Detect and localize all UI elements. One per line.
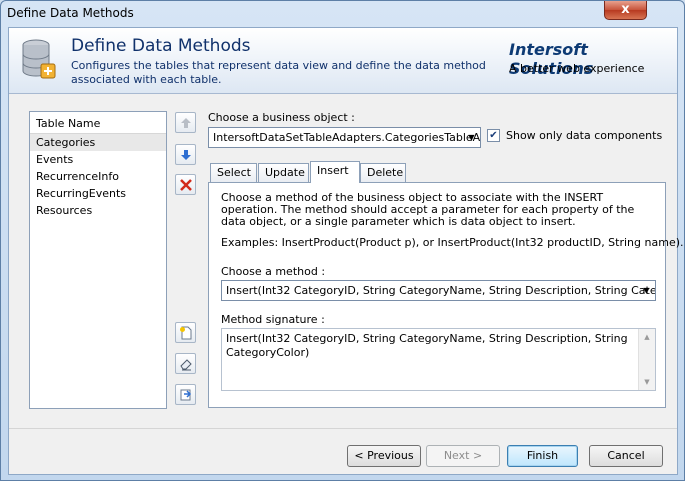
show-only-checkbox[interactable]: ✔ (487, 129, 500, 142)
new-button[interactable] (175, 322, 196, 343)
business-object-value: IntersoftDataSetTableAdapters.Categories… (213, 131, 481, 144)
arrow-up-icon (180, 117, 191, 128)
table-list-item[interactable]: Categories (30, 134, 166, 151)
signature-scrollbar[interactable]: ▲ ▼ (638, 329, 655, 390)
move-up-button[interactable] (175, 112, 196, 133)
insert-tab-panel: Choose a method of the business object t… (208, 182, 684, 408)
table-list-item[interactable]: RecurrenceInfo (30, 168, 166, 185)
brand-tagline: A better web experience (509, 62, 645, 75)
table-list[interactable]: Table Name Categories Events RecurrenceI… (29, 111, 167, 409)
method-label: Choose a method : (221, 265, 326, 278)
tab-insert[interactable]: Insert (310, 161, 360, 183)
close-button[interactable]: x (604, 1, 647, 20)
cancel-button[interactable]: Cancel (589, 445, 663, 467)
header-description: Configures the tables that represent dat… (71, 59, 486, 86)
previous-button[interactable]: < Previous (347, 445, 421, 467)
arrow-down-icon (180, 149, 191, 160)
tab-update[interactable]: Update (258, 163, 309, 182)
scroll-up-icon[interactable]: ▲ (639, 329, 655, 345)
delete-icon (179, 178, 192, 191)
table-list-item[interactable]: RecurringEvents (30, 185, 166, 202)
new-document-icon (179, 326, 191, 339)
header-title: Define Data Methods (71, 36, 251, 56)
dialog-window: Define Data Methods x Define Data Method… (0, 0, 685, 481)
next-button[interactable]: Next > (426, 445, 500, 467)
eraser-icon (179, 358, 192, 370)
window-title: Define Data Methods (7, 6, 134, 20)
signature-label: Method signature : (221, 313, 325, 326)
chevron-down-icon[interactable]: ▼ (463, 128, 480, 147)
database-icon (22, 39, 56, 79)
signature-text: Insert(Int32 CategoryID, String Category… (226, 332, 628, 359)
signature-textbox[interactable]: Insert(Int32 CategoryID, String Category… (221, 328, 656, 391)
table-list-header: Table Name (30, 112, 166, 134)
clear-button[interactable] (175, 353, 196, 374)
chevron-down-icon[interactable]: ▼ (638, 281, 655, 300)
move-down-button[interactable] (175, 144, 196, 165)
show-only-data-components[interactable]: ✔ Show only data components (487, 129, 662, 142)
footer-divider (9, 428, 677, 429)
remove-button[interactable] (175, 174, 196, 195)
insert-description: Choose a method of the business object t… (221, 191, 635, 228)
table-list-item[interactable]: Resources (30, 202, 166, 219)
finish-button[interactable]: Finish (507, 445, 578, 467)
method-select[interactable]: Insert(Int32 CategoryID, String Category… (221, 280, 656, 301)
show-only-label: Show only data components (506, 129, 663, 142)
refresh-button[interactable] (175, 384, 196, 405)
business-object-select[interactable]: IntersoftDataSetTableAdapters.Categories… (208, 127, 481, 148)
dialog-client: Define Data Methods Configures the table… (8, 27, 684, 475)
tab-delete[interactable]: Delete (360, 163, 406, 182)
refresh-icon (180, 389, 191, 400)
wizard-header: Define Data Methods Configures the table… (9, 28, 677, 94)
tab-select[interactable]: Select (210, 163, 257, 182)
scroll-down-icon[interactable]: ▼ (639, 374, 655, 390)
business-object-label: Choose a business object : (208, 111, 355, 124)
title-bar[interactable]: Define Data Methods x (1, 1, 684, 27)
insert-examples: Examples: InsertProduct(Product p), or I… (221, 236, 684, 249)
table-list-item[interactable]: Events (30, 151, 166, 168)
method-value: Insert(Int32 CategoryID, String Category… (226, 284, 656, 297)
